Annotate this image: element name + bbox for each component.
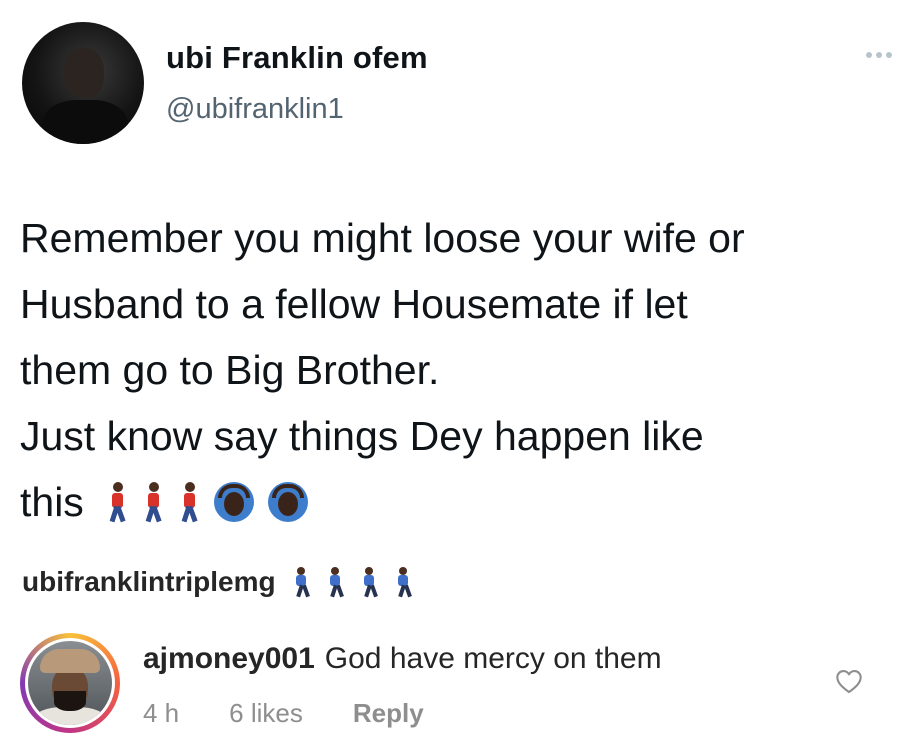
person-gesturing-emoji xyxy=(267,482,308,522)
tweet-display-name[interactable]: ubi Franklin ofem xyxy=(166,40,428,76)
walking-person-emoji xyxy=(394,567,412,598)
walking-person-emoji xyxy=(142,482,164,523)
dot xyxy=(876,52,882,58)
tweet-author-avatar[interactable] xyxy=(22,22,144,144)
person-gesturing-emoji xyxy=(213,482,254,522)
comment-meta: 4 h 6 likes Reply xyxy=(143,698,424,729)
tweet-text: Remember you might loose your wife or Hu… xyxy=(20,205,900,535)
comment-text: God have mercy on them xyxy=(324,642,662,675)
walking-person-emoji xyxy=(360,567,378,598)
caption-username[interactable]: ubifranklintriplemg xyxy=(22,566,276,598)
avatar-body xyxy=(42,100,128,144)
comment-avatar-image xyxy=(25,638,115,728)
post-caption: ubifranklintriplemg xyxy=(22,566,412,598)
walking-person-emoji xyxy=(178,482,200,523)
tweet-body: Remember you might loose your wife or Hu… xyxy=(20,215,745,525)
dot xyxy=(866,52,872,58)
comment-likes[interactable]: 6 likes xyxy=(229,698,303,729)
comment: ajmoney001 God have mercy on them xyxy=(143,642,662,676)
comment-avatar[interactable] xyxy=(20,633,120,733)
tweet-handle[interactable]: @ubifranklin1 xyxy=(166,93,344,126)
heart-icon[interactable] xyxy=(835,668,863,694)
comment-username[interactable]: ajmoney001 xyxy=(143,642,315,675)
walking-person-emoji xyxy=(106,482,128,523)
tweet-emoji-row xyxy=(106,482,308,523)
reply-button[interactable]: Reply xyxy=(353,698,424,729)
tweet-card: ubi Franklin ofem @ubifranklin1 Remember… xyxy=(0,0,903,560)
comment-time: 4 h xyxy=(143,698,180,728)
walking-person-emoji xyxy=(292,567,310,598)
more-dots-icon[interactable] xyxy=(866,52,892,58)
avatar-head xyxy=(64,48,104,98)
walking-person-emoji xyxy=(326,567,344,598)
caption-emoji-row xyxy=(292,567,412,598)
dot xyxy=(886,52,892,58)
